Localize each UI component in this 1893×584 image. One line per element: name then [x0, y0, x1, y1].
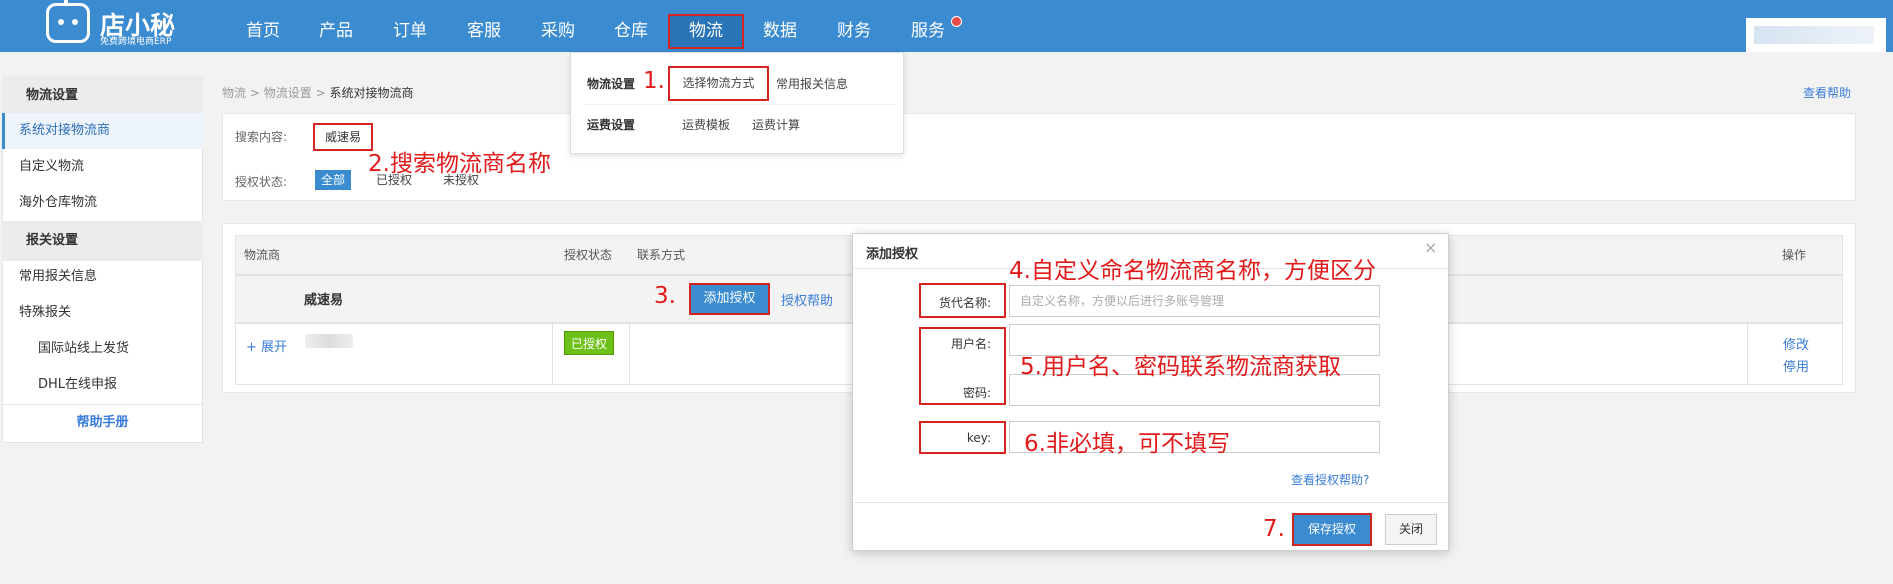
- th-actions: 操作: [1782, 248, 1807, 262]
- sidebar-item-special-customs[interactable]: 特殊报关: [2, 295, 203, 331]
- sidebar-item-dhl-declaration[interactable]: DHL在线申报: [2, 367, 203, 403]
- notification-dot-icon: [951, 16, 962, 27]
- save-auth-button[interactable]: 保存授权: [1292, 513, 1372, 546]
- annotation-5: 5.用户名、密码联系物流商获取: [1020, 354, 1341, 380]
- filter-all[interactable]: 全部: [315, 170, 351, 190]
- nav-orders[interactable]: 订单: [387, 0, 433, 52]
- view-help-link[interactable]: 查看帮助: [1803, 84, 1851, 101]
- dropdown-group-freight: 运费设置: [587, 118, 636, 132]
- add-auth-button[interactable]: 添加授权: [689, 283, 770, 315]
- provider-name: 威速易: [304, 293, 344, 308]
- col-divider: [629, 323, 630, 385]
- sidebar-help-manual[interactable]: 帮助手册: [2, 405, 203, 441]
- auth-status-label: 授权状态:: [235, 175, 288, 189]
- annotation-1: 1.: [643, 68, 665, 94]
- breadcrumb-sep: >: [249, 86, 260, 100]
- close-icon[interactable]: ×: [1424, 238, 1437, 257]
- sidebar-item-common-customs[interactable]: 常用报关信息: [2, 259, 203, 295]
- key-label: key:: [966, 431, 991, 445]
- sidebar-item-intl-online-shipping[interactable]: 国际站线上发货: [2, 331, 203, 367]
- search-label: 搜索内容:: [235, 130, 288, 144]
- nav-home[interactable]: 首页: [240, 0, 286, 52]
- status-badge: 已授权: [564, 331, 614, 355]
- nav-finance[interactable]: 财务: [831, 0, 877, 52]
- disable-link[interactable]: 停用: [1783, 356, 1809, 375]
- th-auth-status: 授权状态: [564, 248, 613, 262]
- logo-eye-right: [72, 19, 78, 25]
- nav-products[interactable]: 产品: [313, 0, 359, 52]
- th-carrier: 物流商: [244, 248, 281, 262]
- nav-logistics[interactable]: 物流: [683, 0, 729, 52]
- breadcrumb-sep: >: [315, 86, 326, 100]
- modal-title: 添加授权: [866, 247, 919, 262]
- expand-row-button[interactable]: + 展开: [246, 336, 287, 355]
- name-input[interactable]: 自定义名称，方便以后进行多账号管理: [1009, 285, 1380, 317]
- sidebar-item-overseas-warehouse[interactable]: 海外仓库物流: [2, 185, 203, 221]
- dropdown-divider: [584, 104, 896, 105]
- col-divider: [552, 323, 553, 385]
- robot-logo-icon[interactable]: [46, 3, 90, 43]
- modal-footer-divider: [853, 502, 1448, 503]
- edit-link[interactable]: 修改: [1783, 334, 1809, 353]
- nav-customer-service[interactable]: 客服: [461, 0, 507, 52]
- user-account-name-blurred: [1754, 26, 1874, 44]
- col-divider: [1747, 323, 1748, 385]
- dropdown-item-select-shipping[interactable]: 选择物流方式: [668, 66, 769, 101]
- dropdown-group-logistics: 物流设置: [587, 77, 636, 91]
- th-contact: 联系方式: [637, 248, 686, 262]
- breadcrumb-logistics[interactable]: 物流: [222, 86, 246, 100]
- sidebar-group-logistics: 物流设置: [2, 76, 203, 116]
- breadcrumb: 物流 > 物流设置 > 系统对接物流商: [222, 84, 413, 101]
- close-button[interactable]: 关闭: [1385, 514, 1437, 545]
- sidebar-group-customs: 报关设置: [2, 221, 203, 261]
- dropdown-item-customs-info[interactable]: 常用报关信息: [776, 75, 848, 92]
- dropdown-item-freight-calc[interactable]: 运费计算: [752, 116, 800, 133]
- sidebar-item-custom-logistics[interactable]: 自定义物流: [2, 149, 203, 185]
- name-label: 货代名称:: [938, 296, 991, 310]
- logo-tagline: 免费跨境电商ERP: [100, 37, 172, 47]
- nav-warehouse[interactable]: 仓库: [608, 0, 654, 52]
- sidebar-item-system-carriers[interactable]: 系统对接物流商: [2, 113, 203, 149]
- annotation-7: 7.: [1263, 516, 1285, 542]
- view-auth-help-link[interactable]: 查看授权帮助?: [1291, 471, 1369, 488]
- account-name-blurred: [305, 334, 353, 348]
- password-label: 密码:: [962, 386, 991, 400]
- annotation-4: 4.自定义命名物流商名称，方便区分: [1009, 258, 1376, 284]
- annotation-2: 2.搜索物流商名称: [368, 151, 551, 177]
- breadcrumb-logistics-settings[interactable]: 物流设置: [264, 86, 312, 100]
- nav-purchasing[interactable]: 采购: [535, 0, 581, 52]
- dropdown-item-freight-template[interactable]: 运费模板: [682, 116, 730, 133]
- breadcrumb-current: 系统对接物流商: [329, 86, 414, 100]
- nav-services[interactable]: 服务: [905, 0, 951, 52]
- annotation-3: 3.: [654, 283, 676, 309]
- auth-help-link[interactable]: 授权帮助: [781, 290, 833, 309]
- username-label: 用户名:: [950, 337, 991, 351]
- annotation-6: 6.非必填，可不填写: [1024, 431, 1230, 457]
- logo-eye-left: [58, 19, 64, 25]
- nav-data[interactable]: 数据: [757, 0, 803, 52]
- search-input[interactable]: 威速易: [313, 123, 373, 151]
